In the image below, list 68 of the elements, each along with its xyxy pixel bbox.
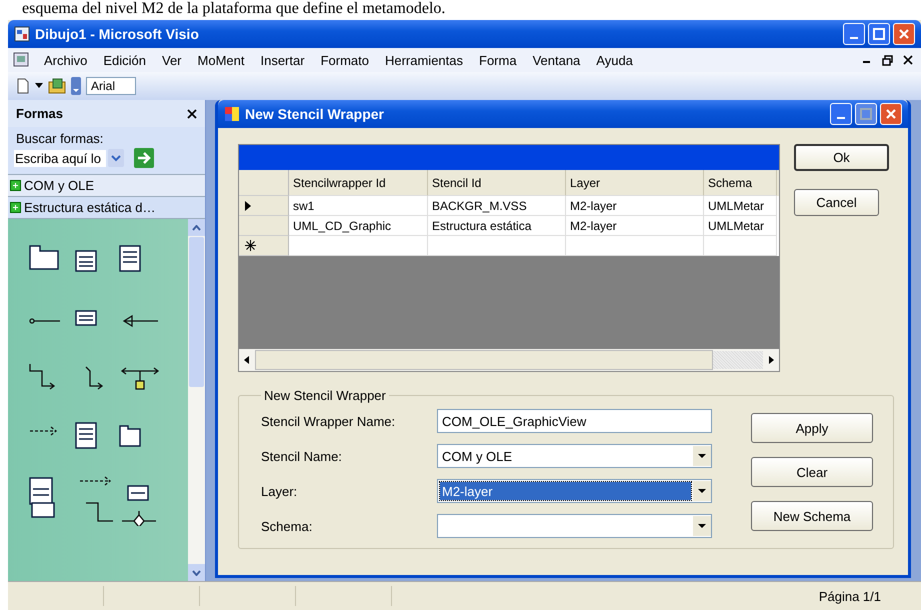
- close-icon[interactable]: [187, 108, 197, 118]
- dialog-button[interactable]: Cancel: [794, 189, 879, 216]
- field-label: Schema:: [261, 518, 314, 534]
- app-icon: [224, 106, 240, 122]
- toolbar-options-icon[interactable]: [71, 77, 81, 95]
- menu-item[interactable]: Forma: [471, 52, 525, 68]
- new-row-cell[interactable]: [289, 236, 428, 256]
- app-icon: [14, 26, 30, 42]
- minimize-icon: [837, 117, 845, 119]
- panel-title: Formas: [16, 106, 63, 121]
- new-row-cell[interactable]: [428, 236, 566, 256]
- minimize-button[interactable]: [843, 23, 865, 45]
- font-field[interactable]: Arial: [86, 77, 136, 95]
- menu-item[interactable]: Ventana: [524, 52, 588, 68]
- close-icon: [898, 28, 910, 40]
- menu-item[interactable]: Formato: [312, 52, 377, 68]
- new-document-icon[interactable]: [16, 78, 30, 94]
- new-row-cell[interactable]: [704, 236, 777, 256]
- window-title: Dibujo1 - Microsoft Visio: [35, 26, 199, 42]
- dialog-button[interactable]: Clear: [751, 457, 873, 487]
- maximize-button[interactable]: [855, 103, 877, 125]
- maximize-icon: [873, 28, 885, 40]
- dialog-button[interactable]: Apply: [751, 413, 873, 443]
- search-label: Buscar formas:: [15, 131, 104, 146]
- text-field[interactable]: COM_OLE_GraphicView: [437, 409, 712, 433]
- menu-item[interactable]: MoMent: [190, 52, 252, 68]
- combo-box[interactable]: COM y OLE: [437, 444, 712, 468]
- close-icon[interactable]: [903, 55, 913, 65]
- new-row-cell[interactable]: [566, 236, 704, 256]
- restore-icon[interactable]: [882, 54, 893, 66]
- maximize-icon: [860, 108, 872, 120]
- scroll-up-icon[interactable]: [192, 224, 201, 230]
- minimize-button[interactable]: [830, 103, 852, 125]
- grid-icon: [10, 202, 21, 213]
- menu-item[interactable]: Herramientas: [376, 52, 471, 68]
- scrollbar[interactable]: [188, 219, 205, 581]
- menu-item[interactable]: Edición: [95, 52, 154, 68]
- row-header[interactable]: [239, 196, 289, 216]
- minimize-icon: [850, 37, 858, 39]
- field-label: Stencil Wrapper Name:: [261, 414, 396, 428]
- group-title: New Stencil Wrapper: [263, 388, 387, 403]
- dialog-button[interactable]: New Schema: [751, 501, 873, 531]
- new-row-icon: [245, 240, 256, 251]
- document-icon: [12, 52, 30, 68]
- field-label: Layer:: [261, 484, 298, 498]
- maximize-button[interactable]: [868, 23, 890, 45]
- menu-item[interactable]: Archivo: [36, 52, 96, 68]
- close-button[interactable]: [880, 103, 902, 125]
- close-icon: [885, 108, 897, 120]
- combo-box[interactable]: M2-layer: [437, 479, 712, 503]
- page-indicator: Página 1/1: [818, 588, 882, 604]
- document-text: esquema del nivel M2 de la plataforma que define el metamodelo.: [21, 0, 446, 19]
- search-field[interactable]: Escriba aquí lo: [14, 150, 106, 166]
- stencil-tab[interactable]: Estructura estática d…: [8, 196, 205, 219]
- dropdown-arrow-icon[interactable]: [35, 83, 43, 89]
- stencil-tab[interactable]: COM y OLE: [8, 174, 205, 196]
- menu-item[interactable]: Insertar: [252, 52, 313, 68]
- dialog-button[interactable]: Ok: [794, 144, 889, 171]
- menu-item[interactable]: Ayuda: [588, 52, 641, 68]
- grid-icon: [10, 180, 21, 191]
- menu-item[interactable]: Ver: [154, 52, 190, 68]
- scroll-down-icon[interactable]: [192, 570, 201, 576]
- current-row-icon: [245, 200, 251, 210]
- close-button[interactable]: [893, 23, 915, 45]
- folder-icon[interactable]: [48, 78, 66, 94]
- dialog-title: New Stencil Wrapper: [245, 106, 384, 122]
- field-label: Stencil Name:: [261, 448, 343, 464]
- horizontal-scrollbar[interactable]: [239, 349, 779, 371]
